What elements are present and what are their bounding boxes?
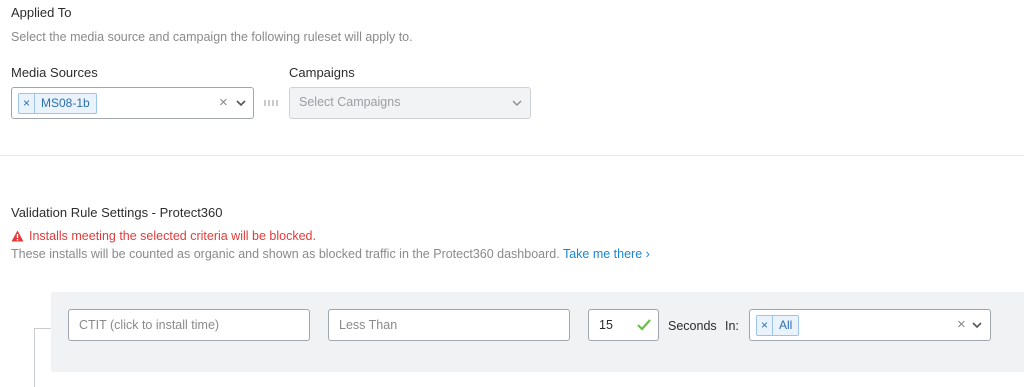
media-source-tag-label: MS08-1b (41, 96, 90, 110)
chevron-down-icon[interactable] (512, 98, 522, 108)
take-me-there-label: Take me there (562, 247, 643, 261)
in-tag-label: All (779, 318, 793, 332)
take-me-there-link[interactable]: Take me there › (563, 247, 650, 261)
applied-to-title: Applied To (11, 5, 72, 20)
drag-handle-icon[interactable] (264, 100, 278, 106)
clear-icon[interactable]: × (219, 94, 228, 112)
warning-text: Installs meeting the selected criteria w… (29, 229, 316, 243)
campaigns-select[interactable]: Select Campaigns (289, 87, 531, 119)
campaigns-placeholder: Select Campaigns (299, 95, 401, 109)
section-divider (0, 155, 1024, 156)
rule-panel: CTIT (click to install time) Less Than 1… (51, 292, 1024, 372)
operator-select[interactable]: Less Than (328, 309, 570, 341)
value-input[interactable]: 15 (588, 309, 659, 341)
media-sources-select[interactable]: × MS08-1b × (11, 87, 254, 119)
applied-to-subtitle: Select the media source and campaign the… (11, 30, 413, 44)
unit-label: Seconds (668, 319, 717, 333)
validation-title: Validation Rule Settings - Protect360 (11, 205, 223, 220)
media-sources-label: Media Sources (11, 65, 98, 80)
in-tag: × All (756, 315, 800, 336)
tag-remove-icon[interactable]: × (757, 316, 773, 335)
media-source-tag: × MS08-1b (18, 93, 97, 114)
value-text: 15 (599, 318, 613, 332)
metric-select[interactable]: CTIT (click to install time) (68, 309, 310, 341)
chevron-right-icon: › (645, 247, 650, 261)
warning-icon (11, 230, 24, 242)
validation-description: These installs will be counted as organi… (11, 247, 560, 261)
in-label: In: (725, 319, 739, 333)
tag-remove-icon[interactable]: × (19, 94, 35, 113)
warning-row: Installs meeting the selected criteria w… (11, 229, 316, 243)
campaigns-label: Campaigns (289, 65, 355, 80)
check-icon (637, 319, 651, 331)
chevron-down-icon[interactable] (236, 98, 246, 108)
chevron-down-icon[interactable] (972, 320, 982, 330)
validation-description-row: These installs will be counted as organi… (11, 247, 650, 261)
clear-icon[interactable]: × (957, 316, 966, 334)
in-select[interactable]: × All × (749, 309, 991, 341)
